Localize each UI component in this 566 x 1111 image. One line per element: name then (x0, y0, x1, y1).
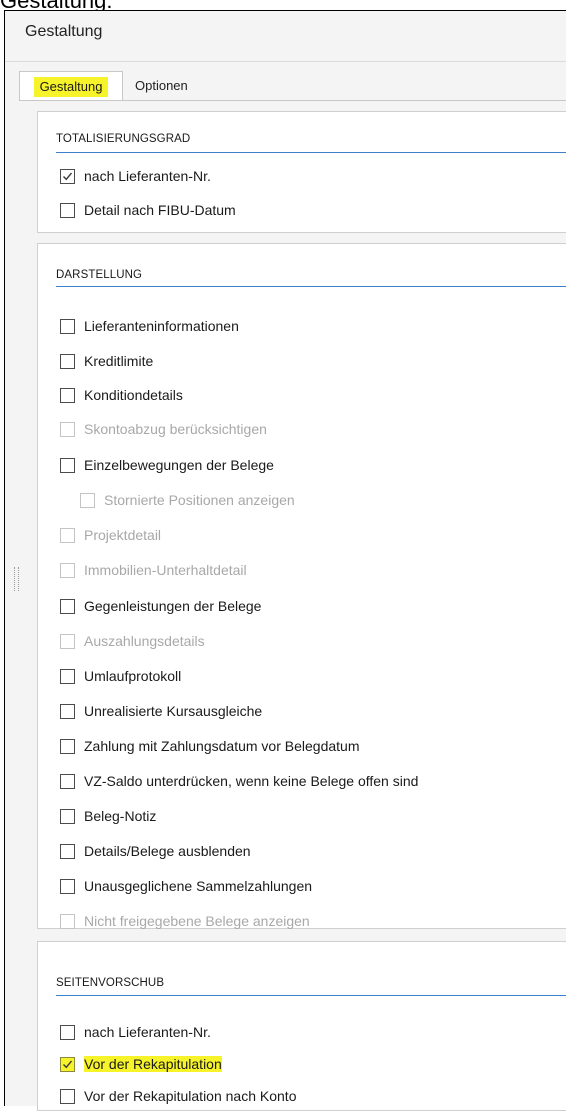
option-label: nach Lieferanten-Nr. (84, 168, 211, 184)
option-zahlung-mit-zahlungsdatum[interactable]: Zahlung mit Zahlungsdatum vor Belegdatum (60, 736, 359, 756)
option-label: Projektdetail (84, 527, 162, 543)
tab-optionen[interactable]: Optionen (135, 71, 188, 100)
checkbox[interactable] (60, 703, 75, 719)
section-rule (56, 995, 566, 996)
option-label: Beleg-Notiz (84, 808, 157, 824)
option-kreditlimite[interactable]: Kreditlimite (60, 351, 153, 371)
panel-seitenvorschub: SEITENVORSCHUB nach Lieferanten-Nr. Vor … (37, 941, 566, 1111)
checkbox[interactable] (60, 913, 75, 929)
option-label: Unausgeglichene Sammelzahlungen (84, 878, 313, 894)
option-label: Unrealisierte Kursausgleiche (84, 703, 263, 719)
option-label: nach Lieferanten-Nr. (84, 1024, 211, 1040)
option-label: Detail nach FIBU-Datum (84, 202, 236, 218)
checkbox[interactable] (60, 457, 75, 473)
panel-totalisierungsgrad: TOTALISIERUNGSGRAD nach Lieferanten-Nr. … (37, 111, 566, 233)
option-detail-nach-fibu-datum[interactable]: Detail nach FIBU-Datum (60, 200, 236, 220)
option-auszahlungsdetails[interactable]: Auszahlungsdetails (60, 631, 205, 651)
checkbox[interactable] (60, 1024, 75, 1040)
option-immobilien-unterhaltdetail[interactable]: Immobilien-Unterhaltdetail (60, 560, 247, 580)
checkbox[interactable] (60, 318, 75, 334)
checkbox[interactable] (60, 168, 75, 184)
tab-divider (19, 100, 566, 101)
option-unrealisierte-kursausgleiche[interactable]: Unrealisierte Kursausgleiche (60, 701, 262, 721)
section-rule (56, 152, 566, 153)
checkbox[interactable] (60, 598, 75, 614)
panel-darstellung: DARSTELLUNG Lieferanteninformationen Kre… (37, 243, 566, 929)
option-label: Immobilien-Unterhaltdetail (84, 562, 247, 578)
option-label: Nicht freigegebene Belege anzeigen (84, 913, 310, 929)
checkbox[interactable] (60, 808, 75, 824)
option-projektdetail[interactable]: Projektdetail (60, 525, 161, 545)
option-label: Einzelbewegungen der Belege (84, 457, 274, 473)
option-label: Gegenleistungen der Belege (84, 598, 262, 614)
checkbox[interactable] (60, 202, 75, 218)
checkbox[interactable] (60, 738, 75, 754)
option-umlaufprotokoll[interactable]: Umlaufprotokoll (60, 666, 181, 686)
checkmark-icon (63, 1060, 73, 1068)
section-rule (56, 286, 566, 287)
window-title: Gestaltung (25, 23, 103, 40)
option-vor-der-rekapitulation-nach-konto[interactable]: Vor der Rekapitulation nach Konto (60, 1086, 296, 1106)
checkbox[interactable] (60, 527, 75, 543)
option-label: Lieferanteninformationen (84, 318, 239, 334)
checkbox[interactable] (60, 353, 75, 369)
option-konditiondetails[interactable]: Konditiondetails (60, 385, 183, 405)
option-stornierte-positionen[interactable]: Stornierte Positionen anzeigen (80, 490, 295, 510)
dialog-window: Gestaltung Gestaltung Optionen TOTALISIE… (4, 10, 566, 1111)
checkbox[interactable] (60, 773, 75, 789)
option-label: Vor der Rekapitulation nach Konto (84, 1088, 297, 1104)
option-label: Auszahlungsdetails (84, 633, 205, 649)
option-label: Stornierte Positionen anzeigen (104, 492, 295, 508)
option-lieferanteninformationen[interactable]: Lieferanteninformationen (60, 316, 239, 336)
option-unausgeglichene-sammelzahlungen[interactable]: Unausgeglichene Sammelzahlungen (60, 876, 312, 896)
checkbox[interactable] (60, 878, 75, 894)
option-label: VZ-Saldo unterdrücken, wenn keine Belege… (84, 773, 419, 789)
option-label: Skontoabzug berücksichtigen (84, 421, 267, 437)
checkbox[interactable] (60, 1056, 75, 1072)
resize-grip[interactable] (14, 567, 19, 591)
checkbox[interactable] (60, 843, 75, 859)
option-nicht-freigegebene-belege[interactable]: Nicht freigegebene Belege anzeigen (60, 911, 310, 931)
option-einzelbewegungen[interactable]: Einzelbewegungen der Belege (60, 455, 274, 475)
tab-bar: Gestaltung Optionen (19, 65, 566, 101)
option-label: Umlaufprotokoll (84, 668, 182, 684)
section-title-darstellung: DARSTELLUNG (56, 269, 143, 281)
checkbox[interactable] (60, 421, 75, 437)
section-title-totalisierungsgrad: TOTALISIERUNGSGRAD (56, 133, 191, 145)
checkbox[interactable] (60, 562, 75, 578)
title-divider (5, 61, 566, 62)
option-label: Details/Belege ausblenden (84, 843, 251, 859)
option-skontoabzug[interactable]: Skontoabzug berücksichtigen (60, 419, 267, 439)
checkmark-icon (63, 172, 73, 180)
option-vor-der-rekapitulation[interactable]: Vor der Rekapitulation (60, 1054, 222, 1074)
checkbox[interactable] (60, 1088, 75, 1104)
tab-gestaltung-label: Gestaltung (33, 77, 109, 97)
section-title-seitenvorschub: SEITENVORSCHUB (56, 977, 165, 989)
option-details-belege-ausblenden[interactable]: Details/Belege ausblenden (60, 841, 251, 861)
checkbox[interactable] (80, 492, 95, 508)
option-label: Zahlung mit Zahlungsdatum vor Belegdatum (84, 738, 360, 754)
option-vz-saldo-unterdruecken[interactable]: VZ-Saldo unterdrücken, wenn keine Belege… (60, 771, 418, 791)
tab-gestaltung[interactable]: Gestaltung (19, 71, 123, 100)
option-gegenleistungen[interactable]: Gegenleistungen der Belege (60, 596, 261, 616)
option-label: Konditiondetails (84, 387, 183, 403)
checkbox[interactable] (60, 633, 75, 649)
option-beleg-notiz[interactable]: Beleg-Notiz (60, 806, 156, 826)
option-seitenvorschub-nach-lieferanten-nr[interactable]: nach Lieferanten-Nr. (60, 1022, 211, 1042)
option-nach-lieferanten-nr[interactable]: nach Lieferanten-Nr. (60, 166, 211, 186)
checkbox[interactable] (60, 387, 75, 403)
option-label: Vor der Rekapitulation (84, 1056, 222, 1072)
option-label: Kreditlimite (84, 353, 154, 369)
checkbox[interactable] (60, 668, 75, 684)
